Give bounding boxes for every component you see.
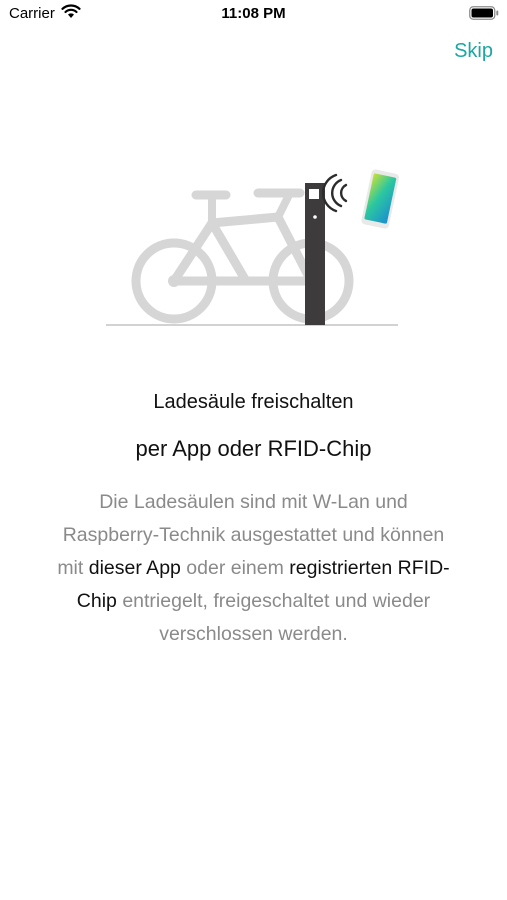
clock: 11:08 PM [221,5,286,22]
onboarding-title: Ladesäule freischalten [153,391,354,413]
skip-button[interactable]: Skip [454,40,493,63]
description-bold-app: dieser App [88,557,181,579]
onboarding-description: Die Ladesäulen sind mit W-Lan und Raspbe… [50,486,457,651]
description-text-3: entriegelt, freigeschaltet und wieder ve… [116,590,431,645]
charging-pole-icon [305,183,325,325]
status-bar: Carrier 11:08 PM [0,0,507,30]
description-text-2: oder einem [180,557,290,579]
charging-illustration [106,169,399,326]
nfc-signal-icon [321,173,348,213]
onboarding-subtitle: per App oder RFID-Chip [135,436,372,461]
smartphone-icon [361,169,399,229]
battery-icon [469,6,499,20]
